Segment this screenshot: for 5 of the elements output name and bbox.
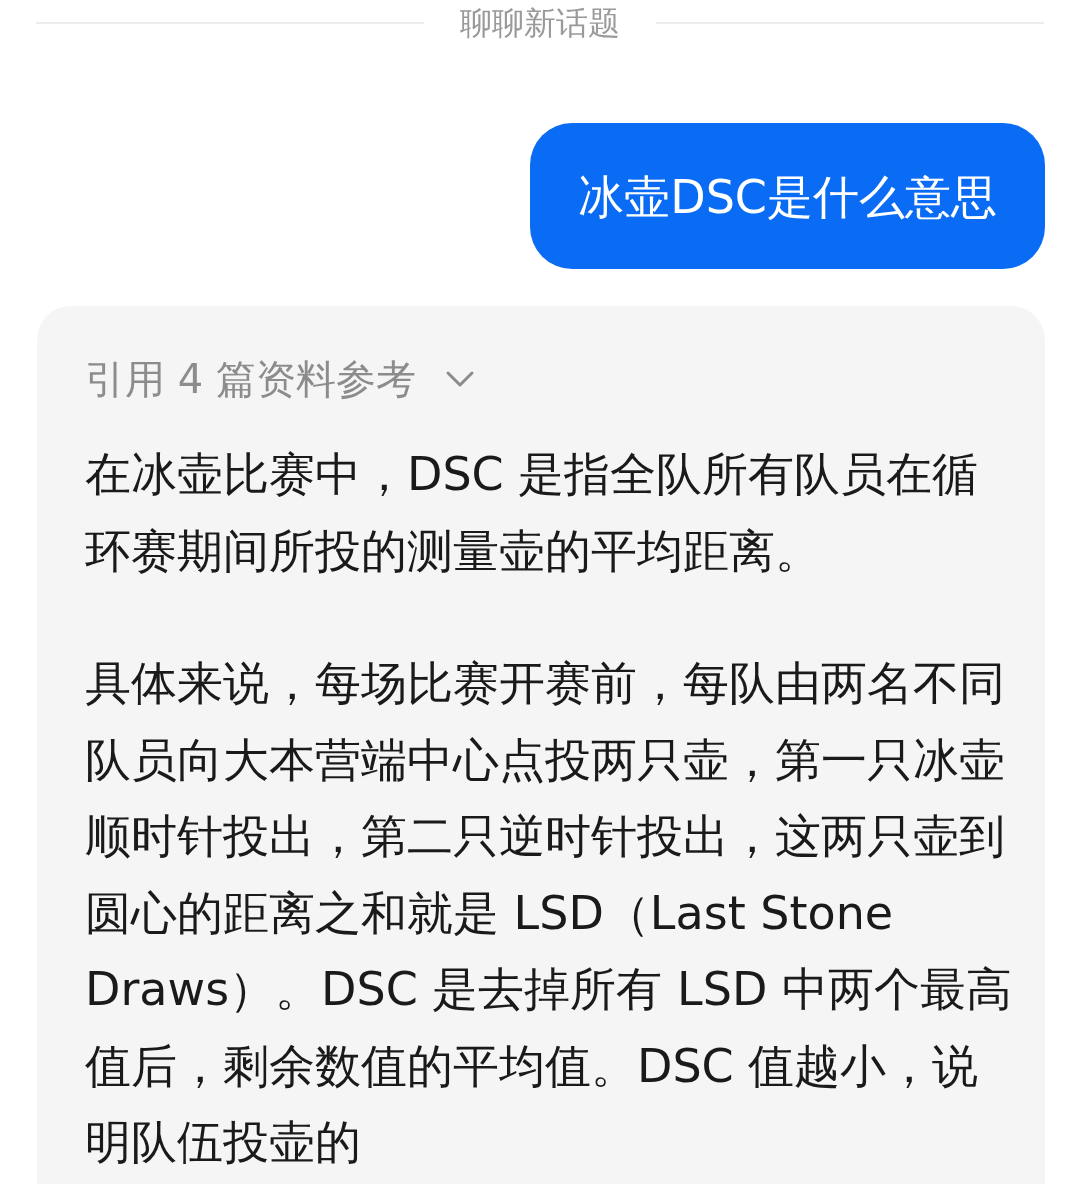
answer-paragraph: 在冰壶比赛中，DSC 是指全队所有队员在循环赛期间所投的测量壶的平均距离。 bbox=[85, 446, 980, 580]
answer-paragraph: 具体来说，每场比赛开赛前，每队由两名不同队员向大本营端中心点投两只壶，第一只冰壶顺时针投出，第二只逆时针投出，这两只壶到圆心的距离之和就是 LSD（Last Stone Draws）。DSC 是去掉所有 LSD 中两个最高值后，剩余数值的平均值。DSC 值越小，说明队伍投壶的 bbox=[85, 655, 1013, 1171]
new-topic-divider-label: 聊聊新话题 bbox=[460, 3, 620, 44]
user-message-bubble: 冰壶DSC是什么意思 bbox=[530, 123, 1045, 269]
citation-toggle[interactable]: 引用 4 篇资料参考 bbox=[85, 344, 476, 414]
